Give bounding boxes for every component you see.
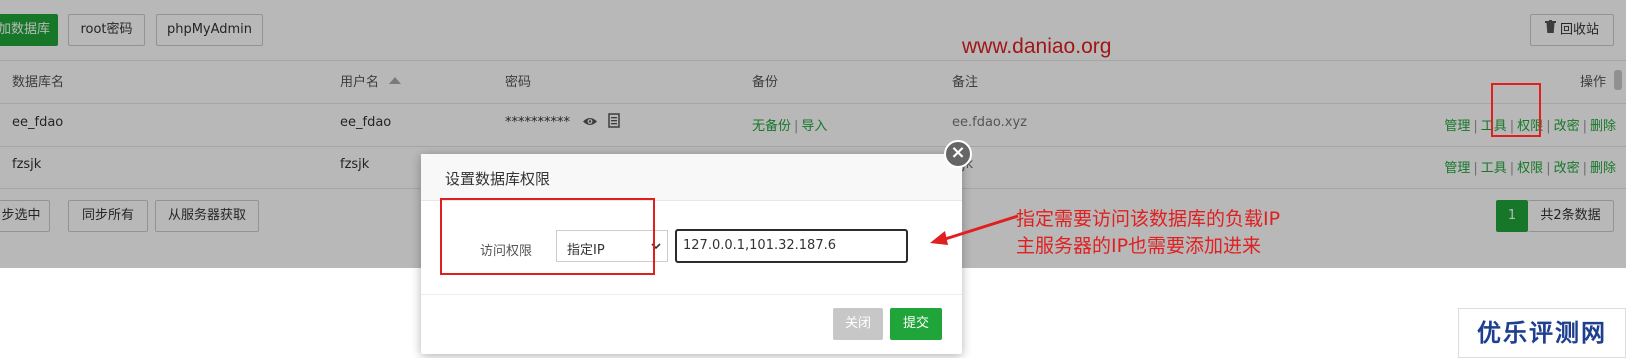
dialog-title: 设置数据库权限 — [445, 170, 551, 188]
ip-input[interactable]: 127.0.0.1,101.32.187.6 — [675, 229, 908, 263]
annotation-line-1: 指定需要访问该数据库的负载IP — [1016, 208, 1281, 230]
dialog-footer-divider — [421, 294, 962, 295]
submit-button[interactable]: 提交 — [890, 308, 942, 340]
ip-input-value: 127.0.0.1,101.32.187.6 — [683, 238, 836, 253]
brand-watermark: 优乐评测网 — [1458, 308, 1626, 358]
close-icon[interactable]: × — [944, 140, 972, 168]
annotation-arrow — [930, 214, 1019, 245]
close-button[interactable]: 关闭 — [833, 308, 883, 340]
highlight-access-box — [440, 198, 655, 275]
dialog-header: 设置数据库权限 — [421, 154, 962, 201]
annotation-line-2: 主服务器的IP也需要添加进来 — [1016, 235, 1262, 257]
highlight-permission-box — [1491, 83, 1541, 137]
